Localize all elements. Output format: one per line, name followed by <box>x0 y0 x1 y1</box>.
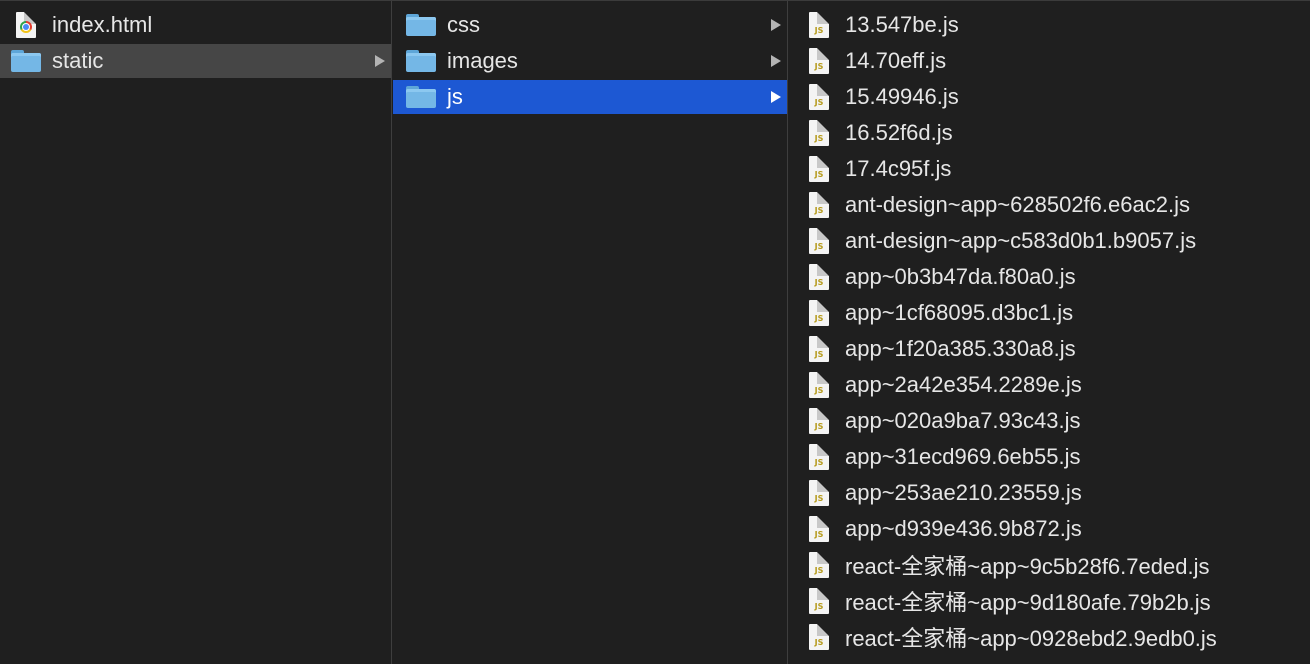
file-row[interactable]: JS app~253ae210.23559.js <box>789 476 1310 510</box>
chevron-right-icon <box>771 91 781 103</box>
file-name: react-全家桶~app~9d180afe.79b2b.js <box>845 590 1211 615</box>
file-row[interactable]: JS 16.52f6d.js <box>789 116 1310 150</box>
js-file-icon: JS <box>801 515 837 543</box>
list-item-images[interactable]: images <box>393 44 787 78</box>
file-name: app~0b3b47da.f80a0.js <box>845 264 1076 289</box>
item-label: js <box>447 84 463 109</box>
file-name: ant-design~app~c583d0b1.b9057.js <box>845 228 1197 253</box>
js-file-icon: JS <box>801 263 837 291</box>
js-file-icon: JS <box>801 587 837 615</box>
js-file-icon: JS <box>801 371 837 399</box>
file-row[interactable]: JS app~31ecd969.6eb55.js <box>789 440 1310 474</box>
js-file-icon: JS <box>801 83 837 111</box>
column-root[interactable]: index.html static <box>0 1 392 664</box>
js-file-icon: JS <box>801 551 837 579</box>
file-row[interactable]: JS 13.547be.js <box>789 8 1310 42</box>
file-row[interactable]: JS app~020a9ba7.93c43.js <box>789 404 1310 438</box>
file-row[interactable]: JS 15.49946.js <box>789 80 1310 114</box>
file-name: ant-design~app~628502f6.e6ac2.js <box>845 192 1190 217</box>
file-name: 15.49946.js <box>845 84 959 109</box>
file-name: app~1f20a385.330a8.js <box>845 336 1076 361</box>
file-row[interactable]: JS ant-design~app~c583d0b1.b9057.js <box>789 224 1310 258</box>
list-item-index-html[interactable]: index.html <box>0 8 391 42</box>
item-label: static <box>52 48 104 73</box>
chevron-right-icon <box>375 55 385 67</box>
file-row[interactable]: JS app~2a42e354.2289e.js <box>789 368 1310 402</box>
js-file-icon: JS <box>801 335 837 363</box>
js-file-icon: JS <box>801 119 837 147</box>
file-name: app~d939e436.9b872.js <box>845 516 1082 541</box>
column-static[interactable]: css images js <box>393 1 788 664</box>
file-name: react-全家桶~app~9c5b28f6.7eded.js <box>845 554 1210 579</box>
file-row[interactable]: JS react-全家桶~app~0928ebd2.9edb0.js <box>789 620 1310 654</box>
file-row[interactable]: JS ant-design~app~628502f6.e6ac2.js <box>789 188 1310 222</box>
column-js[interactable]: JS 13.547be.js JS 14.70eff.js JS 15.4994… <box>789 1 1310 664</box>
file-row[interactable]: JS react-全家桶~app~9d180afe.79b2b.js <box>789 584 1310 618</box>
file-name: react-全家桶~app~0928ebd2.9edb0.js <box>845 626 1217 651</box>
file-row[interactable]: JS 14.70eff.js <box>789 44 1310 78</box>
file-row[interactable]: JS app~1f20a385.330a8.js <box>789 332 1310 366</box>
js-file-icon: JS <box>801 443 837 471</box>
file-name: app~31ecd969.6eb55.js <box>845 444 1081 469</box>
js-file-icon: JS <box>801 191 837 219</box>
file-name: app~253ae210.23559.js <box>845 480 1082 505</box>
js-file-icon: JS <box>801 407 837 435</box>
js-file-icon: JS <box>801 11 837 39</box>
file-name: app~020a9ba7.93c43.js <box>845 408 1081 433</box>
list-item-js[interactable]: js <box>393 80 787 114</box>
file-name: app~1cf68095.d3bc1.js <box>845 300 1074 325</box>
item-label: index.html <box>52 12 153 37</box>
list-item-static[interactable]: static <box>0 44 391 78</box>
file-name: app~2a42e354.2289e.js <box>845 372 1082 397</box>
file-row[interactable]: JS 17.4c95f.js <box>789 152 1310 186</box>
js-file-icon: JS <box>801 155 837 183</box>
js-file-icon: JS <box>801 47 837 75</box>
file-name: 14.70eff.js <box>845 48 947 73</box>
html-file-icon <box>8 11 44 39</box>
finder-column-view: index.html static css images js JS 13.54… <box>0 0 1310 664</box>
item-label: css <box>447 12 480 37</box>
list-item-css[interactable]: css <box>393 8 787 42</box>
item-label: images <box>447 48 518 73</box>
file-row[interactable]: JS app~d939e436.9b872.js <box>789 512 1310 546</box>
folder-icon <box>8 47 44 75</box>
folder-icon <box>403 11 439 39</box>
file-name: 16.52f6d.js <box>845 120 953 145</box>
file-name: 17.4c95f.js <box>845 156 952 181</box>
chevron-right-icon <box>771 19 781 31</box>
js-file-icon: JS <box>801 479 837 507</box>
js-file-icon: JS <box>801 299 837 327</box>
file-row[interactable]: JS app~0b3b47da.f80a0.js <box>789 260 1310 294</box>
chevron-right-icon <box>771 55 781 67</box>
file-name: 13.547be.js <box>845 12 959 37</box>
folder-icon <box>403 83 439 111</box>
js-file-icon: JS <box>801 227 837 255</box>
folder-icon <box>403 47 439 75</box>
js-file-icon: JS <box>801 623 837 651</box>
file-row[interactable]: JS react-全家桶~app~9c5b28f6.7eded.js <box>789 548 1310 582</box>
file-row[interactable]: JS app~1cf68095.d3bc1.js <box>789 296 1310 330</box>
